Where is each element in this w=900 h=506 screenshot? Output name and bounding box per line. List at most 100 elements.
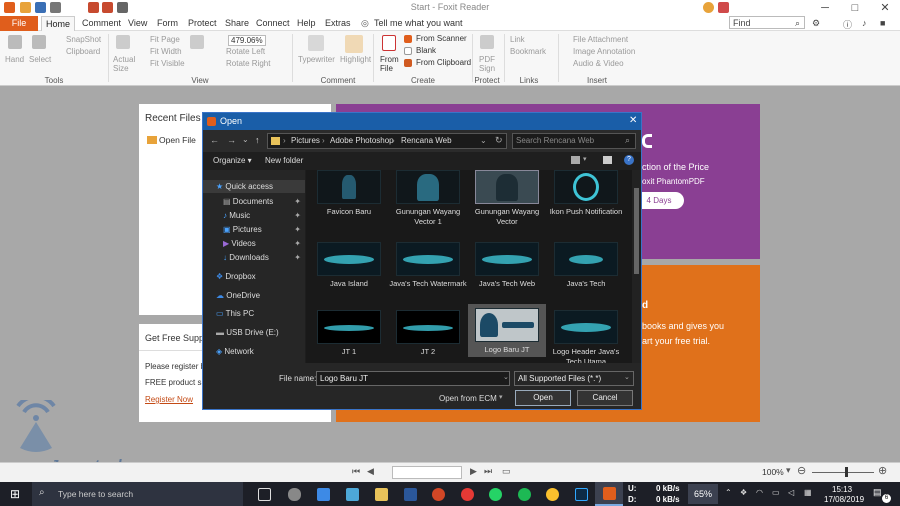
cart-icon[interactable] (718, 2, 729, 13)
dropdown-chevron-icon[interactable]: ⌄ (480, 136, 487, 145)
word-icon[interactable] (404, 488, 417, 501)
zoom-level[interactable]: 100% (762, 467, 784, 477)
bell-icon[interactable]: ♪ (862, 18, 867, 28)
nav-network[interactable]: ◈ Network (203, 345, 305, 358)
image-annotation-button[interactable]: Image Annotation (573, 47, 635, 56)
help-icon[interactable]: ? (624, 155, 634, 165)
maximize-button[interactable]: □ (840, 0, 870, 16)
action-center-icon[interactable]: ▤ (873, 487, 882, 498)
l-app-icon[interactable] (346, 488, 359, 501)
opera-icon[interactable] (461, 488, 474, 501)
up-arrow-icon[interactable]: ↑ (255, 135, 260, 145)
from-file-button[interactable]: From File (380, 55, 400, 73)
prev-page-icon[interactable]: ◀ (367, 466, 374, 477)
tell-me-box[interactable]: Tell me what you want (374, 18, 463, 28)
zoom-slider-thumb[interactable] (845, 467, 848, 477)
refresh-icon[interactable]: ↻ (495, 135, 503, 146)
first-page-icon[interactable]: ⏮ (352, 466, 360, 477)
menu-file[interactable]: File (0, 16, 38, 31)
pin-icon[interactable]: ✦ (294, 195, 301, 208)
volume-icon[interactable]: ◁ (788, 488, 794, 497)
nav-this-pc[interactable]: ▭ This PC (203, 307, 305, 320)
forward-arrow-icon[interactable]: → (227, 135, 236, 145)
from-scanner-button[interactable]: From Scanner (416, 34, 467, 43)
zoom-out-icon[interactable]: ⊖ (797, 464, 806, 477)
file-item-selected[interactable]: Logo Baru JT (468, 304, 546, 357)
menu-view[interactable]: View (128, 18, 147, 28)
nav-videos[interactable]: ▶ Videos ✦ (203, 237, 305, 250)
nav-music[interactable]: ♪ Music ✦ (203, 209, 305, 222)
clock-date[interactable]: 17/08/2019 (824, 495, 864, 504)
last-page-icon[interactable]: ⏭ (484, 466, 492, 477)
bookmark-button[interactable]: Bookmark (510, 47, 546, 56)
clock-time[interactable]: 15:13 (832, 485, 852, 494)
fit-width-button[interactable]: Fit Width (150, 47, 182, 56)
file-item[interactable]: Java's Tech (547, 242, 625, 289)
windows-start-icon[interactable]: ⊞ (10, 487, 20, 501)
view-chevron-icon[interactable]: ▾ (583, 155, 587, 163)
search-icon[interactable]: ⌕ (795, 18, 800, 29)
pin-icon[interactable]: ✦ (294, 237, 301, 250)
pin-icon[interactable]: ✦ (294, 251, 301, 264)
dialog-close-icon[interactable]: ✕ (629, 115, 637, 126)
audio-video-button[interactable]: Audio & Video (573, 59, 624, 68)
close-button[interactable]: ✕ (870, 0, 900, 16)
pin-icon[interactable]: ✦ (294, 223, 301, 236)
nav-documents[interactable]: ▤ Documents ✦ (203, 195, 305, 208)
actual-size-button[interactable]: Actual Size (113, 55, 135, 73)
gear-icon[interactable]: ⚙ (812, 18, 820, 29)
register-now-link[interactable]: Register Now (145, 395, 193, 404)
battery-icon[interactable]: ▭ (772, 488, 780, 497)
store-app-icon[interactable] (317, 488, 330, 501)
spotify-icon[interactable] (518, 488, 531, 501)
task-view-icon[interactable] (258, 488, 271, 501)
preview-pane-icon[interactable] (603, 156, 612, 164)
zoom-chevron-icon[interactable]: ▾ (786, 465, 791, 476)
tray-chevron-icon[interactable]: ⌃ (725, 488, 732, 497)
keyboard-icon[interactable]: ▦ (804, 488, 812, 497)
nav-pictures[interactable]: ▣ Pictures ✦ (203, 223, 305, 236)
fit-visible-button[interactable]: Fit Visible (150, 59, 185, 68)
file-item[interactable]: Java Island (310, 242, 388, 289)
view-options-icon[interactable] (571, 156, 580, 164)
taskbar-search-box[interactable]: ⌕ Type here to search (32, 482, 243, 506)
foxit-taskbar-button[interactable] (595, 482, 623, 506)
menu-help[interactable]: Help (297, 18, 316, 28)
file-name-chevron-icon[interactable]: ⌄ (503, 373, 509, 381)
menu-home[interactable]: Home (41, 16, 75, 31)
menu-protect[interactable]: Protect (188, 18, 217, 28)
file-item[interactable]: JT 1 (310, 310, 388, 357)
highlight-button[interactable]: Highlight (340, 55, 371, 64)
nav-dropbox[interactable]: ❖ Dropbox (203, 270, 305, 283)
clipboard-button[interactable]: Clipboard (66, 47, 100, 56)
breadcrumb-rencana-web[interactable]: Rencana Web (401, 136, 452, 145)
back-arrow-icon[interactable]: ← (210, 135, 219, 145)
info-icon[interactable]: ⓘ (843, 18, 852, 31)
wifi-icon[interactable]: ◠ (756, 488, 763, 497)
page-number-input[interactable] (392, 466, 462, 479)
minimize-button[interactable]: ─ (810, 0, 840, 16)
reflow-icon[interactable] (190, 35, 204, 49)
scrollbar-thumb[interactable] (634, 188, 639, 274)
file-type-chevron-icon[interactable]: ⌄ (624, 373, 630, 381)
nav-usb-drive[interactable]: ▬ USB Drive (E:) (203, 326, 305, 339)
scrollbar[interactable] (632, 170, 641, 363)
smiley-icon[interactable] (703, 2, 714, 13)
file-explorer-icon[interactable] (375, 488, 388, 501)
file-item[interactable]: Favicon Baru (310, 170, 388, 217)
file-item[interactable]: JT 2 (389, 310, 467, 357)
file-item[interactable]: Gunungan Wayang Vector (468, 170, 546, 227)
file-item[interactable]: Logo Header Java's Tech Utama (547, 310, 625, 363)
zoom-slider[interactable] (812, 472, 874, 473)
file-item[interactable]: Java's Tech Watermark (389, 242, 467, 289)
menu-form[interactable]: Form (157, 18, 178, 28)
zoom-input[interactable]: 479.06% (228, 35, 266, 46)
recent-chevron-icon[interactable]: ⌄ (242, 135, 249, 144)
file-type-select[interactable]: All Supported Files (*.*) (514, 371, 634, 386)
blank-button[interactable]: Blank (416, 46, 436, 55)
account-icon[interactable]: ■ (880, 18, 885, 28)
hand-tool[interactable]: Hand (5, 55, 24, 64)
settings-app-icon[interactable] (288, 488, 301, 501)
photoshop-icon[interactable] (575, 488, 588, 501)
dropbox-tray-icon[interactable]: ❖ (740, 488, 747, 497)
